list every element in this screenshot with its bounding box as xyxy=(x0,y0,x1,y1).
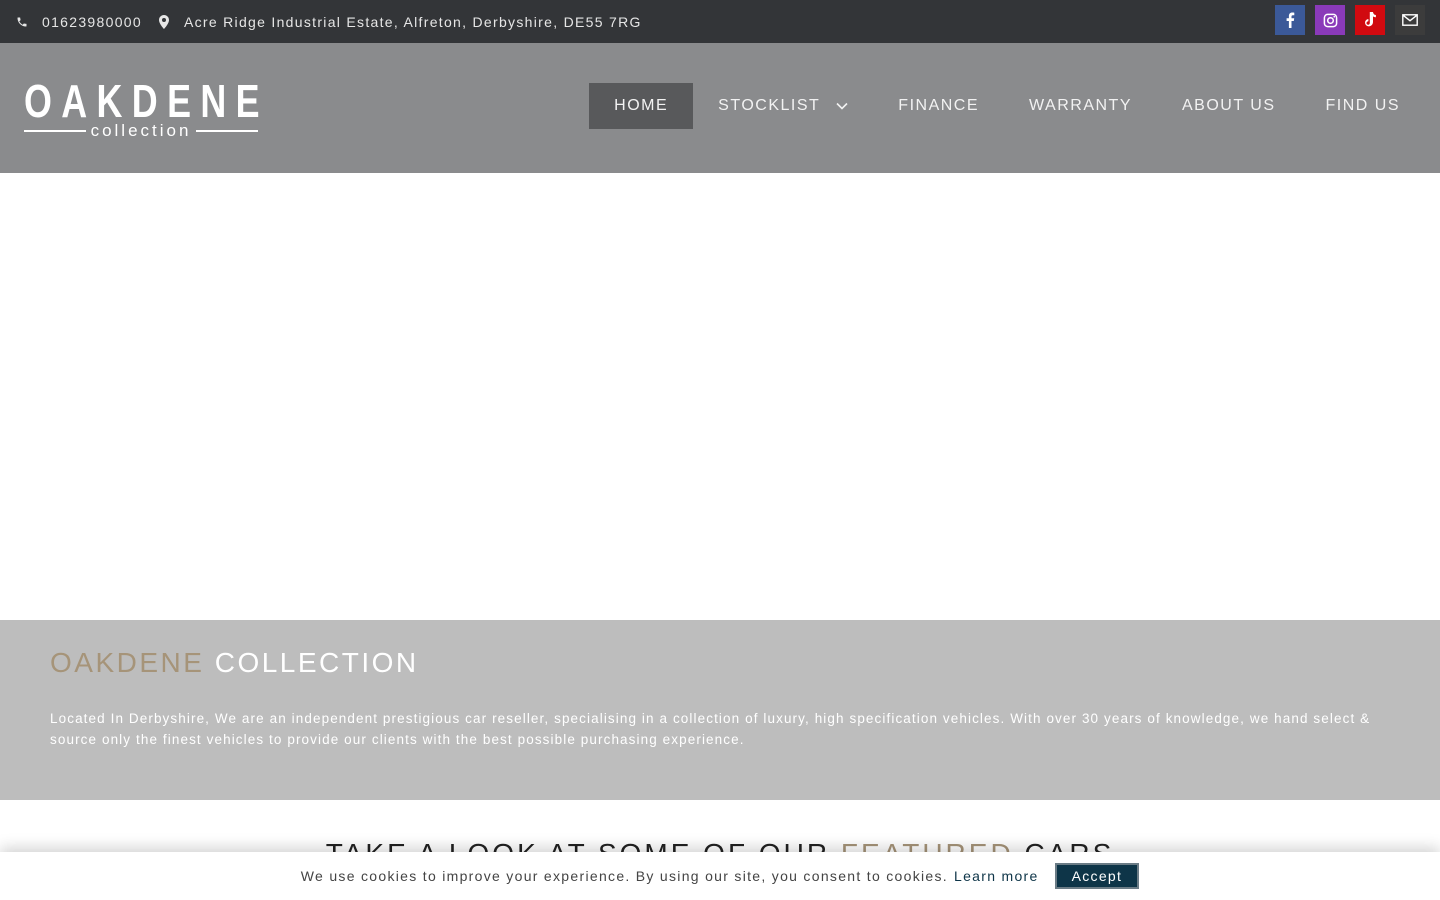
about-title-rest: COLLECTION xyxy=(214,647,419,678)
nav-home[interactable]: HOME xyxy=(589,83,694,129)
phone-icon xyxy=(15,15,29,29)
nav-warranty-label: WARRANTY xyxy=(1029,97,1132,114)
logo-subtitle: collection xyxy=(24,122,258,140)
about-title: OAKDENE COLLECTION xyxy=(50,647,419,679)
email-icon[interactable] xyxy=(1395,5,1425,35)
nav-find-us[interactable]: FIND US xyxy=(1301,83,1426,129)
top-bar: 01623980000 Acre Ridge Industrial Estate… xyxy=(0,0,1440,43)
logo-rule-left xyxy=(24,130,86,132)
accept-cookies-button[interactable]: Accept xyxy=(1054,863,1140,889)
learn-more-link[interactable]: Learn more xyxy=(954,868,1039,884)
instagram-icon[interactable] xyxy=(1315,5,1345,35)
phone-number[interactable]: 01623980000 xyxy=(42,14,142,30)
nav-finance[interactable]: FINANCE xyxy=(873,83,1004,129)
nav-warranty[interactable]: WARRANTY xyxy=(1004,83,1157,129)
logo-rule-right xyxy=(196,130,258,132)
chevron-down-icon xyxy=(836,102,848,110)
tiktok-icon[interactable] xyxy=(1355,5,1385,35)
facebook-icon[interactable] xyxy=(1275,5,1305,35)
nav-stocklist[interactable]: STOCKLIST xyxy=(693,83,873,129)
site-logo[interactable]: OAKDENE collection xyxy=(24,75,269,143)
nav-about-us[interactable]: ABOUT US xyxy=(1157,83,1301,129)
nav-home-label: HOME xyxy=(614,97,669,114)
social-links xyxy=(1275,5,1425,35)
about-title-accent: OAKDENE xyxy=(50,647,205,678)
about-description: Located In Derbyshire, We are an indepen… xyxy=(50,711,1371,747)
logo-main-text: OAKDENE xyxy=(24,75,269,127)
nav-finance-label: FINANCE xyxy=(898,97,980,114)
nav-stocklist-label: STOCKLIST xyxy=(718,97,821,114)
site-header: OAKDENE collection HOME STOCKLIST FINANC… xyxy=(0,43,1440,173)
address: Acre Ridge Industrial Estate, Alfreton, … xyxy=(183,13,642,30)
logo-sub-text: collection xyxy=(90,121,192,140)
main-nav: HOME STOCKLIST FINANCE WARRANTY ABOUT US… xyxy=(589,83,1425,129)
nav-about-us-label: ABOUT US xyxy=(1182,97,1276,114)
contact-info: 01623980000 Acre Ridge Industrial Estate… xyxy=(15,0,657,43)
hero-banner xyxy=(0,173,1440,620)
cookie-banner: We use cookies to improve your experienc… xyxy=(0,852,1440,900)
map-marker-icon xyxy=(157,14,171,29)
cookie-message: We use cookies to improve your experienc… xyxy=(300,868,948,884)
about-section: OAKDENE COLLECTION Located In Derbyshire… xyxy=(0,620,1440,800)
nav-find-us-label: FIND US xyxy=(1325,97,1400,114)
